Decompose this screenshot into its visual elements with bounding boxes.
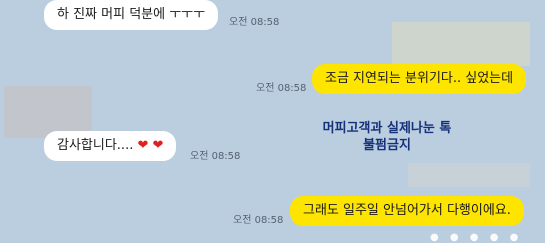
message-text: 하 진짜 머피 덕분에 ㅜㅜㅜ — [57, 7, 206, 22]
watermark-overlay: 머피고객과 실제나눈 톡 불펌금지 — [292, 120, 482, 154]
message-bubble-incoming[interactable]: 하 진짜 머피 덕분에 ㅜㅜㅜ — [44, 0, 219, 30]
message-bubble-outgoing[interactable]: 그래도 일주일 안넘어가서 다행이에요. — [290, 196, 524, 226]
ellipsis-icon: ● ● ● ● ● — [430, 232, 523, 243]
watermark-line-1: 머피고객과 실제나눈 톡 — [322, 121, 452, 136]
message-text: 그래도 일주일 안넘어가서 다행이에요. — [303, 203, 511, 218]
message-timestamp: 오전 08:58 — [256, 83, 307, 94]
watermark-line-2: 불펌금지 — [363, 138, 411, 153]
message-timestamp: 오전 08:58 — [233, 215, 284, 226]
message-text: 조금 지연되는 분위기다.. 싶었는데 — [325, 71, 514, 86]
chat-screen: { "messages": [ {"text": "하 진짜 머피 덕분에 ㅜㅜ… — [0, 0, 545, 243]
heart-icon: ❤ ❤ — [137, 138, 164, 153]
blurred-image — [392, 22, 530, 66]
message-timestamp: 오전 08:58 — [190, 151, 241, 162]
message-bubble-incoming[interactable]: 감사합니다.... ❤ ❤ — [44, 131, 177, 161]
message-text: 감사합니다.... — [57, 138, 134, 153]
message-timestamp: 오전 08:58 — [229, 17, 280, 28]
message-bubble-outgoing[interactable]: 조금 지연되는 분위기다.. 싶었는데 — [312, 64, 527, 94]
blurred-image — [408, 163, 530, 187]
